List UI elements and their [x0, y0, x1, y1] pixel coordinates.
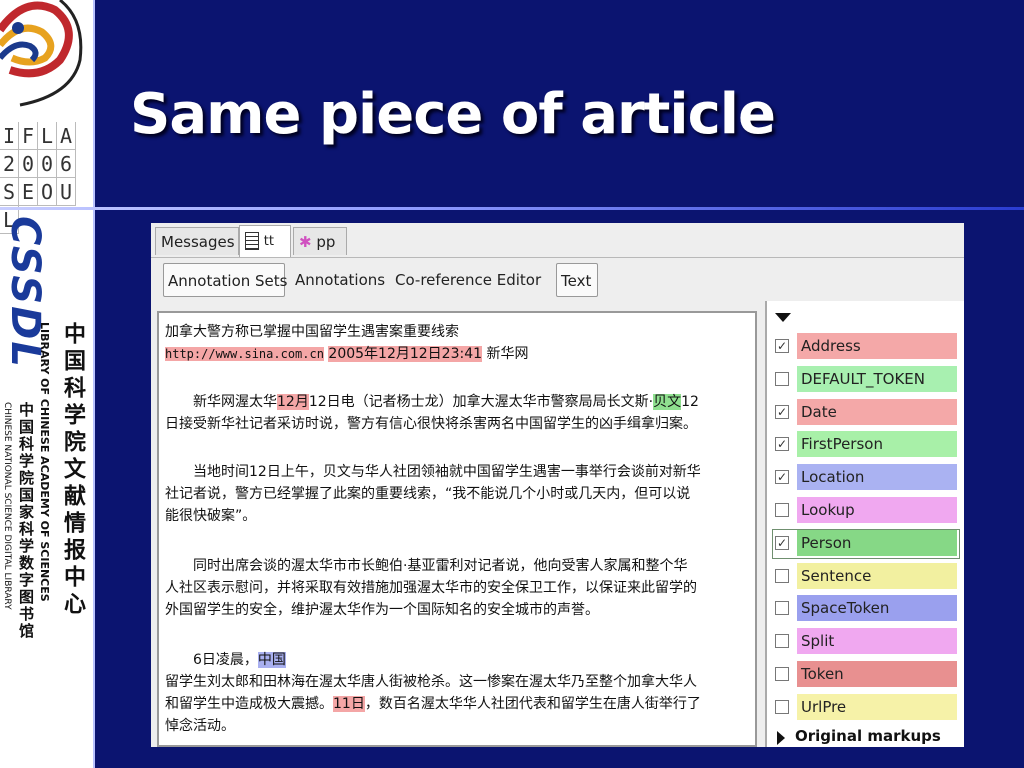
- annotation-checkbox[interactable]: [775, 503, 789, 517]
- annotation-checkbox[interactable]: ✓: [775, 535, 789, 550]
- annotation-checkbox[interactable]: [775, 568, 789, 583]
- expand-triangle-icon[interactable]: [775, 313, 791, 322]
- annotation-type-row[interactable]: DEFAULT_TOKEN: [773, 365, 959, 394]
- annotations-button[interactable]: Annotations: [291, 263, 389, 297]
- annotation-type-row[interactable]: ✓ Person: [772, 528, 960, 559]
- annotation-type-label: Date: [797, 398, 957, 425]
- annotation-type-row[interactable]: Split: [773, 628, 959, 656]
- annotation-checkbox[interactable]: ✓: [775, 470, 789, 485]
- annotation-sets-panel: ✓ Address DEFAULT_TOKEN ✓ Date ✓ FirstPerson ✓ L…: [765, 301, 964, 747]
- slide-title: Same piece of article: [130, 82, 776, 147]
- annotation-type-row[interactable]: ✓ FirstPerson: [773, 431, 959, 459]
- annotation-type-row[interactable]: ✓ Address: [773, 333, 959, 361]
- annotation-checkbox[interactable]: [775, 601, 789, 616]
- digital-library-cn-name: 中国科学院国家科学数字图书馆: [17, 402, 35, 640]
- annotation-type-row[interactable]: UrlPre: [773, 693, 959, 722]
- annotation-type-label: Split: [797, 628, 957, 655]
- annotation-type-label: Sentence: [797, 562, 957, 589]
- paragraph-3-line-2: 人社区表示慰问，并将采取有效措施加强渥太华市的安全保卫工作，以保证来此留学的: [165, 580, 697, 596]
- paragraph-2-line-2: 社记者说，警方已经掌握了此案的重要线索，“我不能说几个小时或几天内，但可以说: [165, 486, 691, 502]
- paragraph-2-line-1: 当地时间12日上午，贝文与华人社团领袖就中国留学生遇害一事举行会谈前对新华: [193, 464, 701, 480]
- annotation-checkbox[interactable]: ✓: [775, 339, 789, 353]
- annotation-checkbox[interactable]: [775, 667, 789, 681]
- tab-tt[interactable]: tt: [239, 225, 291, 257]
- paragraph-3-line-3: 外国留学生的安全，维护渥太华作为一个国际知名的安全城市的声誉。: [165, 602, 599, 618]
- text-button[interactable]: Text: [556, 263, 598, 297]
- coreference-editor-button[interactable]: Co-reference Editor: [391, 263, 545, 297]
- cssdl-logo-column: CSSDL 中国科学院文献情报中心 LIBRARY OF CHINESE ACA…: [0, 212, 93, 768]
- location-annotation[interactable]: 中国: [257, 652, 286, 668]
- annotation-type-label: Lookup: [797, 497, 957, 523]
- annotation-checkbox[interactable]: [775, 371, 789, 386]
- annotation-type-label: SpaceToken: [797, 595, 957, 622]
- date-annotation[interactable]: 2005年12月12日23:41: [328, 346, 483, 362]
- annotation-type-label: DEFAULT_TOKEN: [797, 365, 957, 392]
- paragraph-4-line-3: 和留学生中造成极大震撼。11日，数百名渥太华华人社团代表和留学生在唐人街举行了: [165, 696, 701, 712]
- paragraph-1-line-1: 新华网渥太华12月12日电（记者杨士龙）加拿大渥太华市警察局局长文斯·贝文12: [193, 394, 699, 410]
- ifla-2006-seoul-logo: I F L A 2 0 0 6 S E O U L: [0, 0, 93, 234]
- annotation-checkbox[interactable]: [775, 699, 789, 714]
- person-annotation[interactable]: 贝文: [653, 394, 682, 410]
- annotation-type-row[interactable]: ✓ Date: [773, 398, 959, 427]
- annotation-type-row[interactable]: Lookup: [773, 497, 959, 525]
- paragraph-1-line-2: 日接受新华社记者采访时说，警方有信心很快将杀害两名中国留学生的凶手缉拿归案。: [165, 416, 697, 432]
- collapse-triangle-icon[interactable]: [777, 731, 785, 745]
- address-annotation[interactable]: http://www.sina.com.cn: [165, 347, 324, 361]
- date-annotation[interactable]: 12月: [277, 394, 309, 410]
- annotation-type-label: Address: [797, 333, 957, 359]
- article-meta-line: http://www.sina.com.cn 2005年12月12日23:41 …: [165, 346, 529, 362]
- gate-document-window: Messages tt ✱ pp Annotation Sets Annotat…: [151, 223, 964, 747]
- document-icon: [245, 231, 259, 250]
- annotation-type-label: Token: [797, 661, 957, 687]
- annotation-type-row[interactable]: Sentence: [773, 562, 959, 591]
- paragraph-2-line-3: 能很快破案”。: [165, 508, 257, 524]
- annotation-type-label: UrlPre: [797, 693, 957, 720]
- original-markups-row[interactable]: Original markups: [777, 727, 941, 745]
- annotation-type-row[interactable]: ✓ Location: [773, 464, 959, 492]
- paragraph-4-line-4: 悼念活动。: [165, 718, 235, 734]
- annotation-type-label: FirstPerson: [797, 431, 957, 458]
- annotation-checkbox[interactable]: [775, 634, 789, 649]
- paragraph-4-line-2: 留学生刘太郎和田林海在渥太华唐人街被枪杀。这一惨案在渥太华乃至整个加拿大华人: [165, 674, 697, 690]
- article-headline: 加拿大警方称已掌握中国留学生遇害案重要线索: [165, 324, 459, 340]
- annotation-checkbox[interactable]: ✓: [775, 404, 789, 419]
- digital-library-en-name: CHINESE NATIONAL SCIENCE DIGITAL LIBRARY: [2, 402, 12, 610]
- document-tab-bar: Messages tt ✱ pp: [151, 223, 964, 258]
- annotation-checkbox[interactable]: ✓: [775, 437, 789, 452]
- ifla-swirl-icon: [0, 0, 83, 107]
- paragraph-4-line-1: 6日凌晨，中国: [193, 652, 286, 668]
- logo-strip: I F L A 2 0 0 6 S E O U L CSSDL 中国科学院文献情…: [0, 0, 93, 768]
- library-en-name: LIBRARY OF CHINESE ACADEMY OF SCIENCES: [38, 322, 51, 602]
- horizontal-divider: [0, 207, 1024, 210]
- paragraph-3-line-1: 同时出席会谈的渥太华市市长鲍伯·基亚雷利对记者说，他向受害人家属和整个华: [193, 558, 688, 574]
- library-cn-name: 中国科学院文献情报中心: [60, 322, 85, 619]
- vertical-divider: [93, 0, 95, 768]
- annotation-type-label: Person: [797, 529, 957, 556]
- date-annotation[interactable]: 11日: [333, 696, 365, 712]
- tab-messages[interactable]: Messages: [155, 227, 239, 255]
- annotation-sets-button[interactable]: Annotation Sets: [163, 263, 287, 297]
- annotation-type-row[interactable]: Token: [773, 661, 959, 689]
- tab-pp[interactable]: ✱ pp: [293, 227, 347, 255]
- document-text-pane[interactable]: 加拿大警方称已掌握中国留学生遇害案重要线索 http://www.sina.co…: [157, 311, 757, 747]
- annotation-type-label: Location: [797, 464, 957, 491]
- annotation-type-row[interactable]: SpaceToken: [773, 595, 959, 623]
- atom-icon: ✱: [299, 233, 312, 251]
